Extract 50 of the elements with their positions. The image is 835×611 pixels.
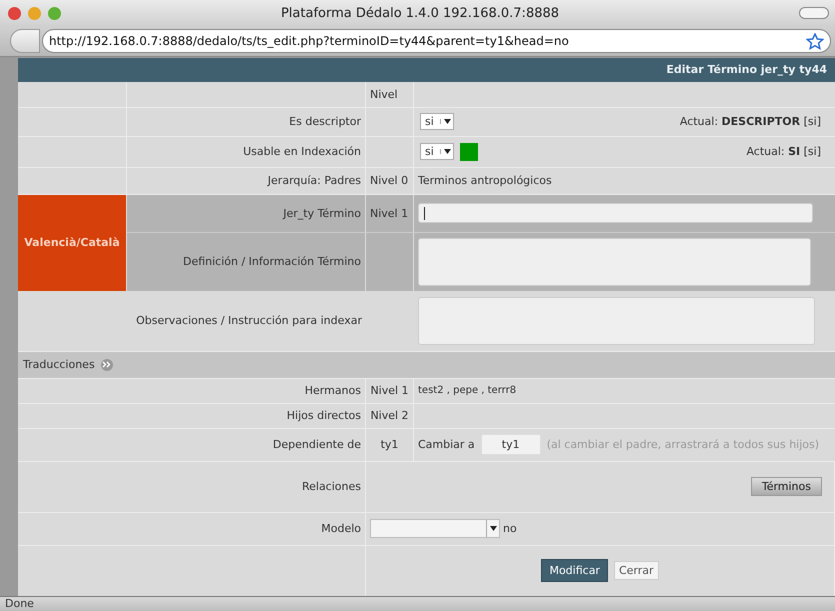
level-label: ty1 <box>380 438 398 452</box>
address-field[interactable]: http://192.168.0.7:8888/dedalo/ts/ts_edit.php?terminoID=ty44&parent=ty1&head=no <box>42 29 831 54</box>
field-label: Hermanos <box>304 384 361 398</box>
select-dropdown[interactable] <box>370 519 500 538</box>
submit-button[interactable]: Modificar <box>541 559 608 582</box>
hint-text: (al cambiar el padre, arrastrará a todos sus hijos) <box>546 438 820 452</box>
level-label: Nivel 1 <box>370 206 408 220</box>
field-label: Definición / Información Término <box>182 255 361 268</box>
current-value: Actual: DESCRIPTOR [si] <box>680 115 822 128</box>
toolbar-toggle-button[interactable] <box>799 7 829 20</box>
language-label: Valencià/Català <box>18 194 127 291</box>
parent-input-field[interactable]: ty1 <box>480 434 541 456</box>
level-label: Nivel <box>370 88 398 101</box>
caret-icon <box>490 526 496 532</box>
level-label: Nivel 0 <box>370 174 408 188</box>
definition-textarea[interactable] <box>418 238 811 286</box>
status-text: Done <box>5 597 34 610</box>
observations-textarea[interactable] <box>418 296 815 345</box>
field-label: Jer_ty Término <box>283 206 361 220</box>
window-title: Plataforma Dédalo 1.4.0 192.168.0.7:8888 <box>280 6 560 21</box>
change-label: Cambiar a <box>418 438 475 452</box>
terms-button[interactable]: Términos <box>750 477 822 496</box>
current-value: Actual: SI [si] <box>746 145 822 158</box>
zoom-button[interactable] <box>48 6 61 20</box>
page-title: Editar Término jer_ty ty44 <box>666 63 827 76</box>
value-text: Terminos antropológicos <box>418 174 552 188</box>
close-button[interactable]: Cerrar <box>614 561 659 580</box>
suffix-text: no <box>503 522 517 536</box>
field-label: Modelo <box>321 522 361 536</box>
field-label: Jerarquía: Padres <box>268 174 361 188</box>
level-label: Nivel 2 <box>370 409 409 422</box>
field-label: Dependiente de <box>272 438 361 452</box>
field-label: Observaciones / Instrucción para indexar <box>136 314 362 328</box>
star-icon[interactable] <box>806 32 824 50</box>
select-dropdown[interactable]: si <box>420 143 454 160</box>
section-title: Traducciones <box>23 358 95 372</box>
minimize-button[interactable] <box>28 6 41 20</box>
caret-icon <box>444 119 450 124</box>
back-button[interactable] <box>10 29 40 54</box>
caret-icon <box>444 149 450 154</box>
expand-icon[interactable] <box>100 358 113 371</box>
select-dropdown[interactable]: si <box>420 113 454 130</box>
close-button[interactable] <box>8 6 21 20</box>
term-input-field[interactable] <box>418 203 813 224</box>
field-label: Relaciones <box>302 480 361 494</box>
field-label: Hijos directos <box>286 409 361 422</box>
value-text: test2 , pepe , terrr8 <box>418 385 516 396</box>
field-label: Es descriptor <box>289 115 361 128</box>
field-label: Usable en Indexación <box>243 145 361 158</box>
level-label: Nivel 1 <box>370 384 409 398</box>
